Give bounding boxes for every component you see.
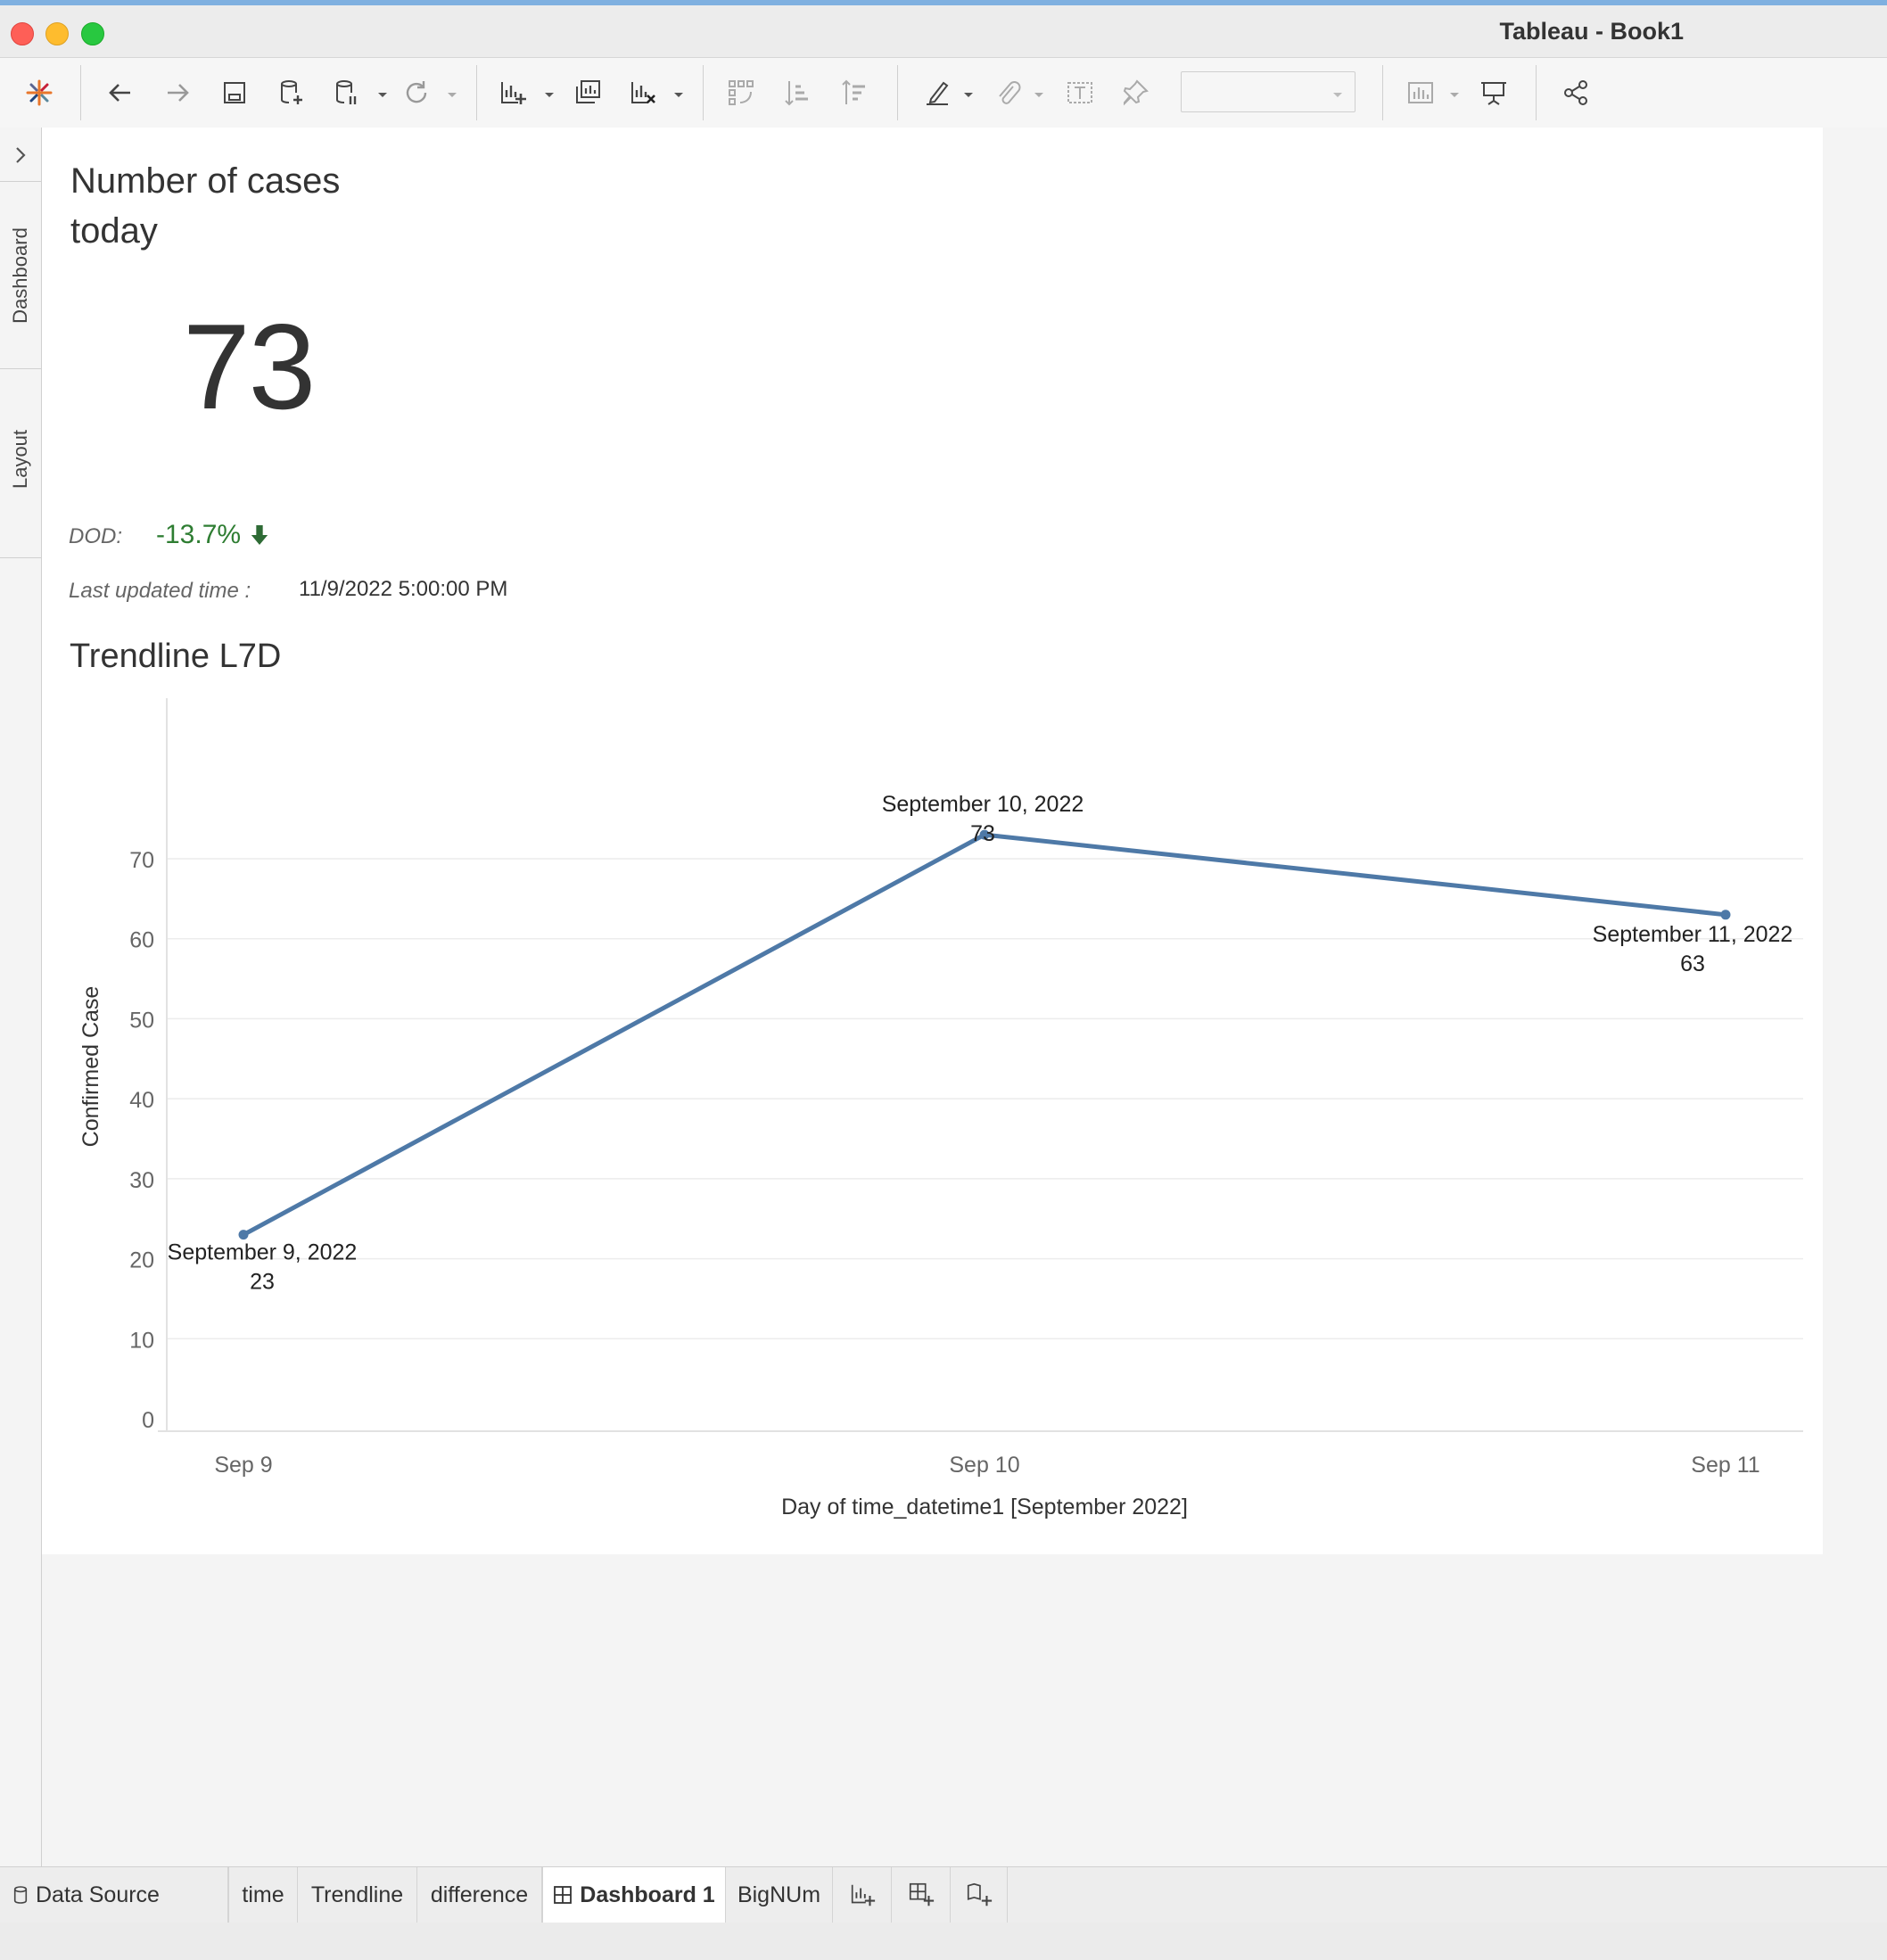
y-tick-label: 10 (129, 1328, 154, 1353)
status-bar (0, 1923, 1887, 1960)
sheet-tabs-bar: Data Source time Trendline difference Da… (0, 1866, 1887, 1923)
minimize-window-button[interactable] (45, 22, 69, 45)
chevron-down-icon[interactable] (446, 88, 458, 101)
paperclip-icon[interactable] (986, 74, 1027, 111)
sort-ascending-icon[interactable] (778, 74, 819, 111)
duplicate-sheet-icon[interactable] (567, 74, 608, 111)
toolbar-separator (80, 65, 81, 120)
x-tick-label: Sep 10 (949, 1453, 1019, 1478)
fit-dropdown[interactable] (1181, 71, 1356, 112)
new-story-icon (967, 1882, 992, 1906)
new-worksheet-icon[interactable] (492, 74, 533, 111)
y-tick-label: 50 (129, 1008, 154, 1033)
clear-sheet-icon[interactable] (622, 74, 663, 111)
data-label-value: 73 (970, 821, 995, 846)
chevron-down-icon[interactable] (672, 88, 685, 101)
tab-time[interactable]: time (228, 1867, 298, 1923)
chevron-down-icon (1333, 93, 1342, 97)
toolbar-separator (897, 65, 898, 120)
toolbar-separator (1536, 65, 1537, 120)
chevron-down-icon[interactable] (543, 88, 556, 101)
trend-line (242, 832, 1726, 1237)
toolbar-separator (1382, 65, 1383, 120)
back-arrow-icon[interactable] (100, 74, 141, 111)
tab-bignum[interactable]: BigNUm (726, 1867, 833, 1923)
chevron-right-icon (16, 147, 26, 163)
swap-rows-columns-icon[interactable] (721, 74, 762, 111)
toolbar-separator (703, 65, 704, 120)
x-axis-title: Day of time_datetime1 [September 2022] (781, 1495, 1188, 1519)
pause-updates-icon[interactable] (326, 74, 367, 111)
panel-divider (0, 557, 41, 558)
text-box-icon[interactable] (1059, 74, 1100, 111)
tab-trendline[interactable]: Trendline (298, 1867, 417, 1923)
data-label-value: 63 (1680, 951, 1705, 976)
show-me-icon[interactable] (1400, 74, 1441, 111)
new-data-source-icon[interactable] (271, 74, 312, 111)
trendline-chart[interactable]: 0 10 20 30 40 50 60 70 Sep 9 Sep 10 Sep 11 Day of t… (42, 128, 1823, 1554)
new-story-tab-button[interactable] (951, 1867, 1008, 1923)
x-tick-label: Sep 11 (1691, 1453, 1759, 1478)
tab-dashboard-1[interactable]: Dashboard 1 (542, 1867, 726, 1923)
y-tick-label: 20 (129, 1248, 154, 1273)
data-label-date: September 9, 2022 (168, 1240, 358, 1265)
panel-divider (0, 181, 41, 182)
new-dashboard-icon (909, 1882, 934, 1906)
pin-icon[interactable] (1115, 74, 1156, 111)
dashboard-panel-tab[interactable]: Dashboard (0, 183, 41, 368)
database-icon (12, 1885, 29, 1905)
y-axis-title: Confirmed Case (78, 986, 103, 1148)
expand-panel-button[interactable] (7, 142, 34, 169)
data-point (238, 1230, 249, 1240)
presentation-mode-icon[interactable] (1473, 74, 1514, 111)
left-side-panel: Dashboard Layout (0, 128, 42, 1866)
new-worksheet-tab-button[interactable] (833, 1867, 892, 1923)
refresh-icon[interactable] (396, 74, 437, 111)
chevron-down-icon[interactable] (1033, 88, 1045, 101)
zoom-window-button[interactable] (81, 22, 104, 45)
window-title: Tableau - Book1 (1499, 18, 1684, 45)
highlight-icon[interactable] (917, 74, 958, 111)
y-tick-label: 40 (129, 1088, 154, 1113)
chevron-down-icon[interactable] (962, 88, 975, 101)
forward-arrow-icon[interactable] (157, 74, 198, 111)
close-window-button[interactable] (11, 22, 34, 45)
new-worksheet-icon (851, 1884, 875, 1906)
tab-difference[interactable]: difference (417, 1867, 542, 1923)
y-tick-label: 70 (129, 848, 154, 873)
panel-divider (0, 368, 41, 369)
sort-descending-icon[interactable] (835, 74, 876, 111)
toolbar-separator (476, 65, 477, 120)
data-label-date: September 10, 2022 (882, 792, 1084, 817)
data-label-date: September 11, 2022 (1593, 922, 1793, 947)
share-icon[interactable] (1555, 74, 1596, 111)
y-tick-label: 30 (129, 1168, 154, 1193)
x-tick-label: Sep 9 (214, 1453, 272, 1478)
new-dashboard-tab-button[interactable] (892, 1867, 951, 1923)
title-bar: Tableau - Book1 (0, 5, 1887, 58)
tableau-logo-icon[interactable] (19, 74, 60, 111)
toolbar (0, 58, 1887, 128)
y-tick-label: 60 (129, 928, 154, 953)
layout-panel-tab[interactable]: Layout (0, 370, 41, 548)
data-label-value: 23 (250, 1270, 275, 1295)
save-icon[interactable] (214, 74, 255, 111)
chevron-down-icon[interactable] (1448, 88, 1461, 101)
data-point (1720, 910, 1731, 920)
y-tick-label: 0 (142, 1408, 154, 1433)
dashboard-canvas: Number of cases today 73 DOD: -13.7% Las… (42, 128, 1823, 1554)
tab-data-source[interactable]: Data Source (0, 1867, 228, 1923)
chevron-down-icon[interactable] (376, 88, 389, 101)
dashboard-grid-icon (553, 1885, 573, 1905)
